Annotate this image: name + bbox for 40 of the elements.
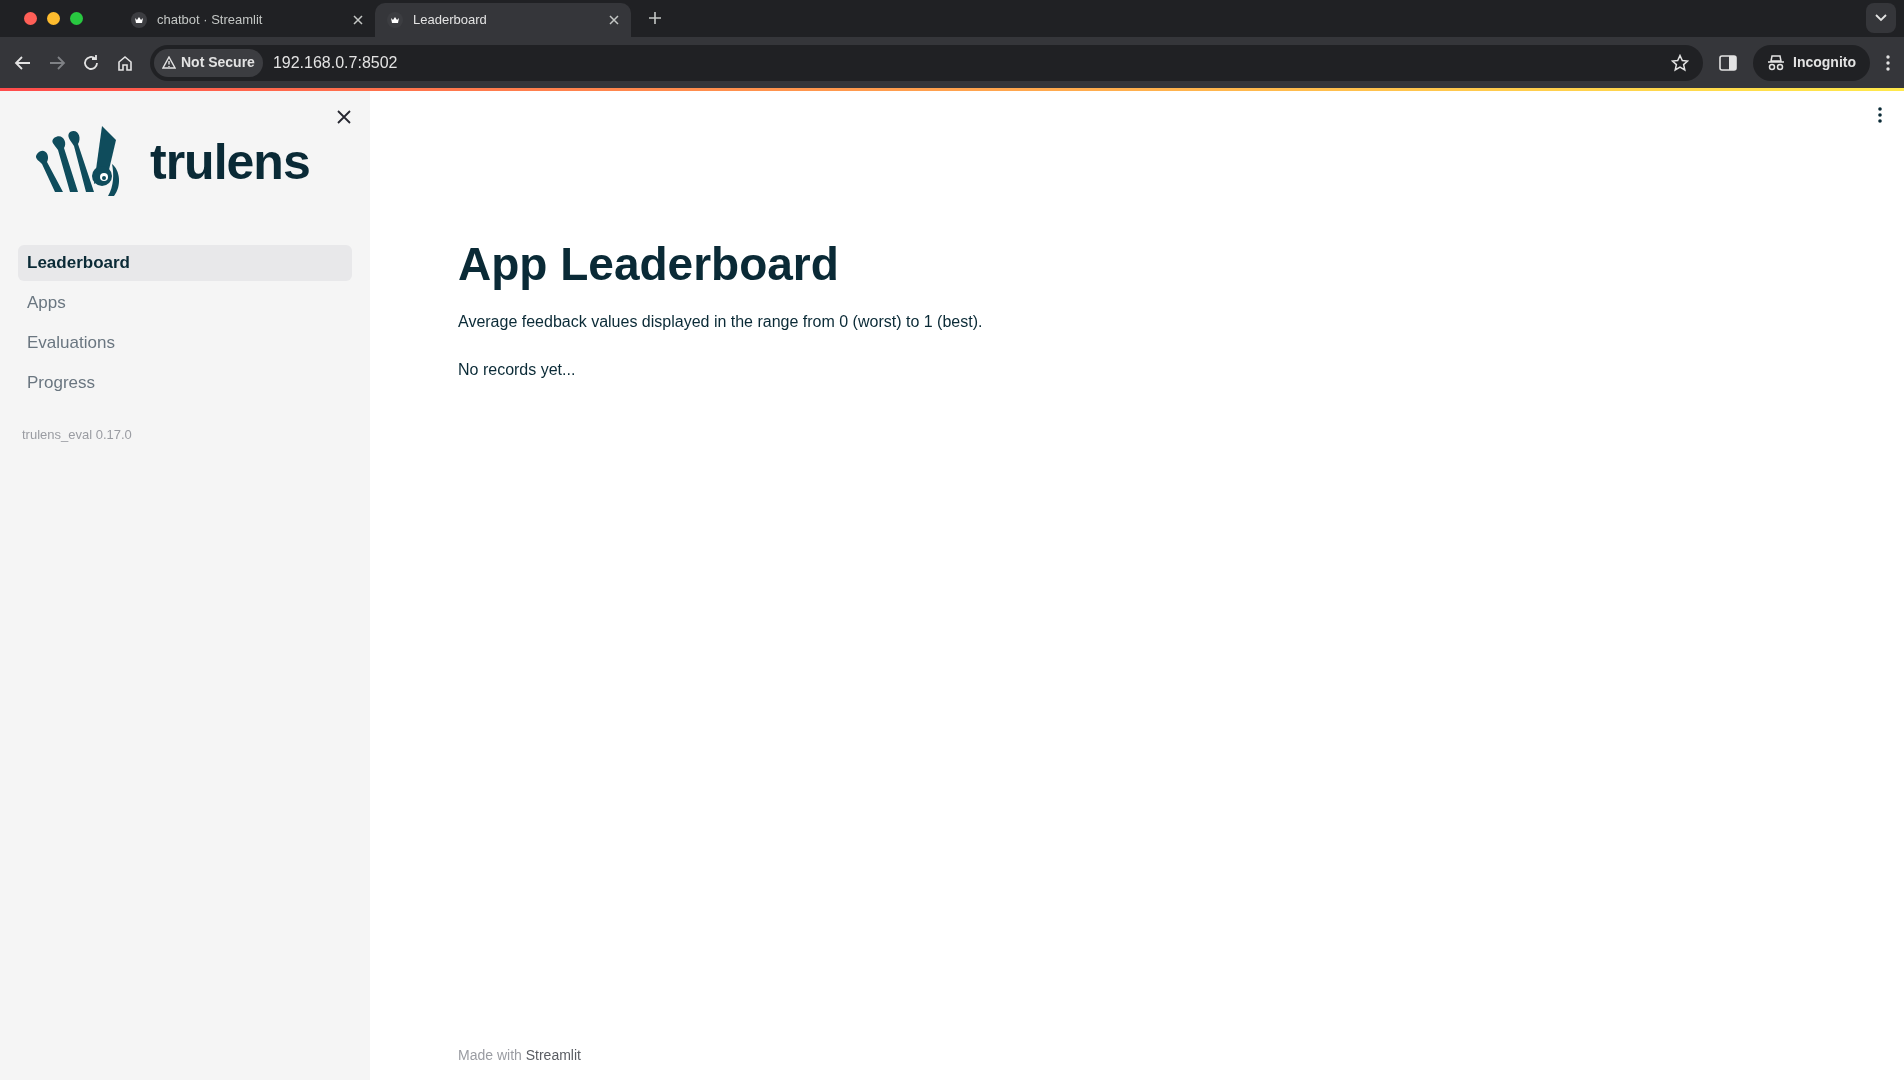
- url-text: 192.168.0.7:8502: [272, 52, 398, 73]
- forward-arrow-icon[interactable]: [48, 53, 66, 72]
- streamlit-link[interactable]: Streamlit: [525, 1047, 581, 1063]
- close-tab-icon[interactable]: [353, 15, 363, 25]
- crown-icon: [387, 12, 403, 28]
- warning-icon: [162, 56, 176, 69]
- minimize-window-button[interactable]: [47, 12, 60, 25]
- browser-tab[interactable]: chatbot · Streamlit: [119, 3, 375, 37]
- tab-search-button[interactable]: [1866, 3, 1896, 33]
- incognito-chip[interactable]: Incognito: [1753, 44, 1870, 81]
- plus-icon: [648, 11, 662, 25]
- back-arrow-icon[interactable]: [14, 53, 32, 72]
- close-icon[interactable]: [337, 110, 351, 124]
- home-icon[interactable]: [116, 53, 134, 72]
- tab-title: chatbot · Streamlit: [157, 11, 264, 30]
- main-menu-icon[interactable]: [1878, 107, 1882, 123]
- close-window-button[interactable]: [24, 12, 37, 25]
- side-panel-icon[interactable]: [1719, 54, 1737, 71]
- incognito-icon: [1767, 54, 1785, 71]
- browser-tab[interactable]: Leaderboard: [375, 3, 631, 37]
- close-tab-icon[interactable]: [609, 15, 619, 25]
- chevron-down-icon: [1875, 14, 1887, 22]
- crown-icon: [131, 12, 147, 28]
- version-text: trulens_eval 0.17.0: [22, 426, 133, 444]
- footer-text: Made with Streamlit: [458, 1046, 581, 1065]
- nav-link[interactable]: Evaluations: [18, 325, 352, 361]
- status-message: No records yet...: [458, 360, 576, 381]
- nav-link[interactable]: Progress: [18, 365, 352, 401]
- nav-link[interactable]: Leaderboard: [18, 245, 352, 281]
- nav-link[interactable]: Apps: [18, 285, 352, 321]
- description-text: Average feedback values displayed in the range from 0 (worst) to 1 (best).: [458, 312, 983, 333]
- reload-icon[interactable]: [82, 53, 100, 72]
- page-title: App Leaderboard: [458, 237, 839, 292]
- more-vertical-icon[interactable]: [1886, 54, 1890, 71]
- address-bar[interactable]: Not Secure 192.168.0.7:8502: [150, 44, 1703, 81]
- security-chip[interactable]: Not Secure: [154, 48, 263, 77]
- tab-title: Leaderboard: [413, 11, 488, 30]
- brand-name: trulens: [150, 132, 310, 192]
- maximize-window-button[interactable]: [70, 12, 83, 25]
- star-icon[interactable]: [1671, 53, 1689, 72]
